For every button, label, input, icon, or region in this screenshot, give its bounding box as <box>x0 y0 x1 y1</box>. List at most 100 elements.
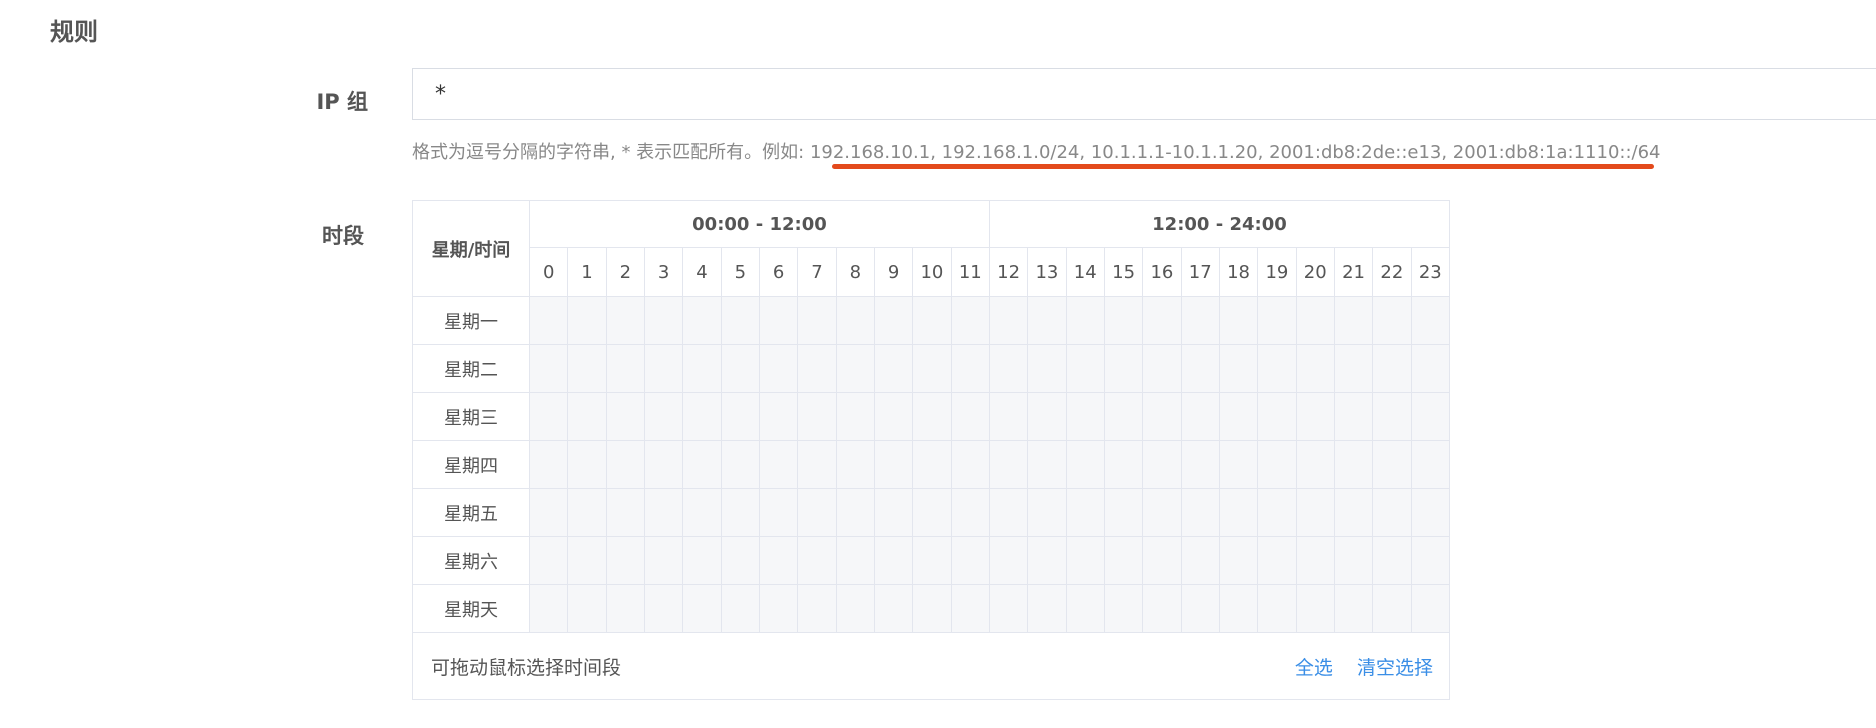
time-slot-cell[interactable] <box>873 296 914 345</box>
time-slot-cell[interactable] <box>1180 296 1220 345</box>
time-slot-cell[interactable] <box>912 296 952 345</box>
time-slot-cell[interactable] <box>682 584 722 633</box>
time-slot-cell[interactable] <box>758 296 799 345</box>
time-slot-cell[interactable] <box>873 440 914 489</box>
time-slot-cell[interactable] <box>1410 440 1451 489</box>
time-slot-cell[interactable] <box>758 440 799 489</box>
time-slot-cell[interactable] <box>1180 536 1220 585</box>
time-slot-cell[interactable] <box>605 344 645 393</box>
time-slot-cell[interactable] <box>1103 392 1144 441</box>
time-slot-cell[interactable] <box>758 584 799 633</box>
time-slot-cell[interactable] <box>1218 344 1259 393</box>
time-slot-cell[interactable] <box>1218 584 1259 633</box>
time-slot-cell[interactable] <box>835 488 875 537</box>
time-slot-cell[interactable] <box>988 584 1029 633</box>
time-slot-cell[interactable] <box>567 344 607 393</box>
time-slot-cell[interactable] <box>1027 440 1067 489</box>
time-slot-cell[interactable] <box>1180 488 1220 537</box>
time-slot-cell[interactable] <box>1065 296 1105 345</box>
time-slot-cell[interactable] <box>1295 536 1335 585</box>
time-slot-cell[interactable] <box>720 584 760 633</box>
time-slot-cell[interactable] <box>720 392 760 441</box>
time-slot-cell[interactable] <box>797 440 837 489</box>
time-slot-cell[interactable] <box>1295 440 1335 489</box>
time-slot-cell[interactable] <box>873 392 914 441</box>
time-slot-cell[interactable] <box>720 440 760 489</box>
time-slot-cell[interactable] <box>528 584 569 633</box>
time-slot-cell[interactable] <box>1065 392 1105 441</box>
time-slot-cell[interactable] <box>1103 488 1144 537</box>
time-slot-cell[interactable] <box>528 344 569 393</box>
time-slot-cell[interactable] <box>1142 536 1182 585</box>
time-slot-cell[interactable] <box>1218 392 1259 441</box>
time-slot-cell[interactable] <box>1333 488 1374 537</box>
time-slot-cell[interactable] <box>605 584 645 633</box>
time-slot-cell[interactable] <box>950 536 990 585</box>
time-slot-cell[interactable] <box>988 344 1029 393</box>
time-slot-cell[interactable] <box>873 536 914 585</box>
time-slot-cell[interactable] <box>1257 344 1297 393</box>
time-slot-cell[interactable] <box>1218 488 1259 537</box>
time-slot-cell[interactable] <box>1333 440 1374 489</box>
time-slot-cell[interactable] <box>1333 296 1374 345</box>
time-slot-cell[interactable] <box>720 344 760 393</box>
time-slot-cell[interactable] <box>1142 584 1182 633</box>
time-slot-cell[interactable] <box>1218 536 1259 585</box>
time-slot-cell[interactable] <box>1257 584 1297 633</box>
time-slot-cell[interactable] <box>1180 392 1220 441</box>
time-slot-cell[interactable] <box>682 392 722 441</box>
time-slot-cell[interactable] <box>758 344 799 393</box>
time-slot-cell[interactable] <box>835 392 875 441</box>
time-slot-cell[interactable] <box>682 440 722 489</box>
time-slot-cell[interactable] <box>1295 584 1335 633</box>
time-slot-cell[interactable] <box>988 488 1029 537</box>
time-slot-cell[interactable] <box>1333 392 1374 441</box>
time-slot-cell[interactable] <box>643 392 684 441</box>
time-slot-cell[interactable] <box>950 296 990 345</box>
time-slot-cell[interactable] <box>988 536 1029 585</box>
time-slot-cell[interactable] <box>567 296 607 345</box>
time-slot-cell[interactable] <box>605 440 645 489</box>
time-slot-cell[interactable] <box>1103 536 1144 585</box>
time-slot-cell[interactable] <box>950 392 990 441</box>
time-slot-cell[interactable] <box>988 296 1029 345</box>
time-slot-cell[interactable] <box>1372 296 1412 345</box>
time-slot-cell[interactable] <box>797 536 837 585</box>
time-slot-cell[interactable] <box>643 296 684 345</box>
time-slot-cell[interactable] <box>1218 296 1259 345</box>
ip-group-input[interactable] <box>412 68 1876 120</box>
time-slot-cell[interactable] <box>1027 584 1067 633</box>
time-slot-cell[interactable] <box>1257 296 1297 345</box>
time-slot-cell[interactable] <box>950 488 990 537</box>
time-slot-cell[interactable] <box>988 440 1029 489</box>
time-slot-cell[interactable] <box>1065 440 1105 489</box>
time-slot-cell[interactable] <box>1333 536 1374 585</box>
time-slot-cell[interactable] <box>1410 536 1451 585</box>
time-slot-cell[interactable] <box>720 296 760 345</box>
time-slot-cell[interactable] <box>873 584 914 633</box>
time-slot-cell[interactable] <box>1103 440 1144 489</box>
time-slot-cell[interactable] <box>912 584 952 633</box>
time-slot-cell[interactable] <box>605 536 645 585</box>
time-slot-cell[interactable] <box>1142 344 1182 393</box>
time-slot-cell[interactable] <box>758 536 799 585</box>
time-slot-cell[interactable] <box>1027 392 1067 441</box>
time-slot-cell[interactable] <box>1142 440 1182 489</box>
time-slot-cell[interactable] <box>1065 344 1105 393</box>
time-slot-cell[interactable] <box>643 344 684 393</box>
time-slot-cell[interactable] <box>988 392 1029 441</box>
clear-selection-link[interactable]: 清空选择 <box>1357 657 1433 679</box>
time-slot-cell[interactable] <box>643 584 684 633</box>
time-slot-cell[interactable] <box>912 536 952 585</box>
time-slot-cell[interactable] <box>758 488 799 537</box>
time-slot-cell[interactable] <box>1410 392 1451 441</box>
time-slot-cell[interactable] <box>1180 344 1220 393</box>
time-slot-cell[interactable] <box>1027 344 1067 393</box>
time-slot-cell[interactable] <box>1180 440 1220 489</box>
time-slot-cell[interactable] <box>1410 296 1451 345</box>
time-slot-cell[interactable] <box>605 488 645 537</box>
time-slot-cell[interactable] <box>1027 296 1067 345</box>
time-slot-cell[interactable] <box>797 296 837 345</box>
time-slot-cell[interactable] <box>835 296 875 345</box>
time-slot-cell[interactable] <box>912 440 952 489</box>
